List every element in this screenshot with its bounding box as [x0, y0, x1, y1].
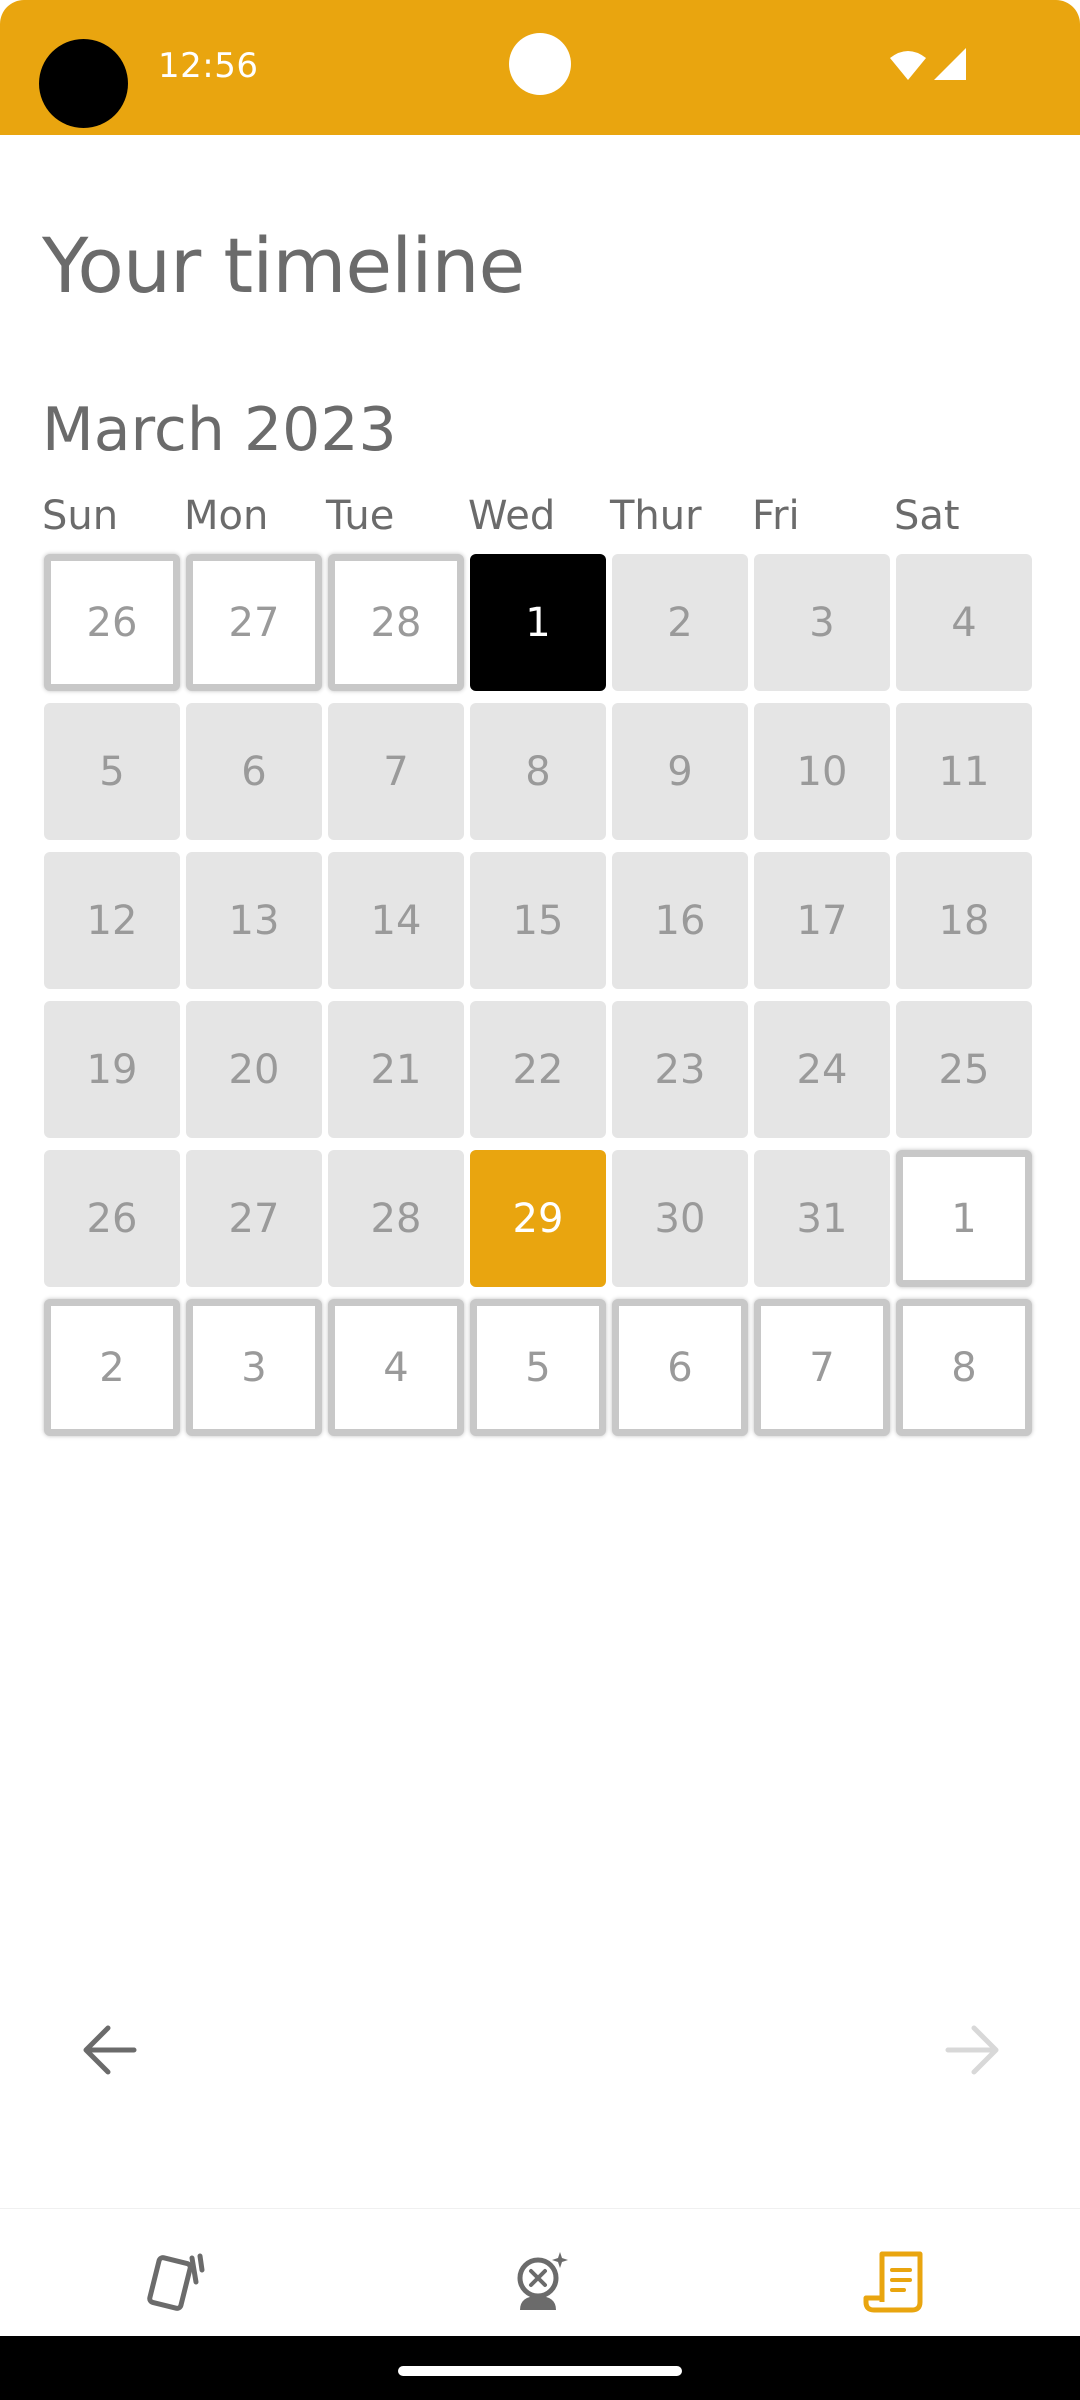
calendar-day-cell[interactable]: 8	[896, 1299, 1032, 1436]
calendar-day-cell[interactable]: 3	[186, 1299, 322, 1436]
calendar-day-cell[interactable]: 27	[186, 1150, 322, 1287]
weekday-label: Tue	[326, 493, 395, 539]
calendar-day-cell[interactable]: 18	[896, 852, 1032, 989]
home-gesture-handle[interactable]	[398, 2366, 682, 2376]
calendar-day-cell[interactable]: 22	[470, 1001, 606, 1138]
next-month-button[interactable]	[944, 2024, 1000, 2076]
calendar-day-cell[interactable]: 10	[754, 703, 890, 840]
reflection-icon	[517, 2252, 568, 2310]
page-title: Your timeline	[42, 221, 525, 310]
calendar-day-cell[interactable]: 29	[470, 1150, 606, 1287]
calendar-day-cell[interactable]: 3	[754, 554, 890, 691]
calendar-day-cell[interactable]: 26	[44, 554, 180, 691]
calendar-day-cell[interactable]: 15	[470, 852, 606, 989]
calendar-day-cell[interactable]: 6	[612, 1299, 748, 1436]
calendar-day-cell[interactable]: 12	[44, 852, 180, 989]
calendar-day-cell[interactable]: 23	[612, 1001, 748, 1138]
calendar-day-cell[interactable]: 7	[754, 1299, 890, 1436]
scroll-icon	[863, 2251, 923, 2313]
calendar-day-cell[interactable]: 25	[896, 1001, 1032, 1138]
calendar-day-cell[interactable]: 30	[612, 1150, 748, 1287]
calendar-day-cell[interactable]: 5	[470, 1299, 606, 1436]
calendar-day-cell[interactable]: 11	[896, 703, 1032, 840]
weekday-label: Sat	[894, 493, 960, 539]
calendar-day-cell[interactable]: 4	[896, 554, 1032, 691]
status-time: 12:56	[158, 46, 259, 86]
month-label: March 2023	[42, 395, 397, 465]
notification-dot-icon	[509, 33, 571, 95]
calendar-day-cell[interactable]: 7	[328, 703, 464, 840]
status-icons	[890, 48, 966, 80]
prev-month-button[interactable]	[82, 2024, 138, 2076]
calendar-day-cell[interactable]: 5	[44, 703, 180, 840]
calendar-day-cell[interactable]: 13	[186, 852, 322, 989]
wifi-icon	[890, 51, 926, 80]
calendar-day-cell[interactable]: 28	[328, 1150, 464, 1287]
signal-icon	[934, 48, 966, 80]
weekday-label: Thur	[610, 493, 702, 539]
calendar-day-cell[interactable]: 16	[612, 852, 748, 989]
calendar-grid: 26 27 28 1 2 3 4 5 6 7 8 9 10 11 12 13 14 15 16 17 18 19 20 21 2…	[44, 554, 1044, 1436]
cards-icon	[147, 2253, 205, 2311]
tab-reflection[interactable]	[500, 2242, 580, 2322]
calendar-day-cell[interactable]: 27	[186, 554, 322, 691]
calendar-day-cell[interactable]: 8	[470, 703, 606, 840]
calendar-day-cell[interactable]: 20	[186, 1001, 322, 1138]
weekday-label: Wed	[468, 493, 556, 539]
weekday-label: Mon	[184, 493, 269, 539]
tab-cards[interactable]	[140, 2242, 220, 2322]
weekday-label: Fri	[752, 493, 800, 539]
calendar-day-cell[interactable]: 1	[896, 1150, 1032, 1287]
calendar-day-cell[interactable]: 2	[44, 1299, 180, 1436]
camera-cutout	[39, 39, 128, 128]
calendar-day-cell[interactable]: 17	[754, 852, 890, 989]
arrow-left-icon	[83, 2025, 137, 2075]
calendar-day-cell[interactable]: 6	[186, 703, 322, 840]
weekday-label: Sun	[42, 493, 119, 539]
calendar-day-cell[interactable]: 31	[754, 1150, 890, 1287]
calendar-day-cell[interactable]: 28	[328, 554, 464, 691]
calendar-day-cell[interactable]: 2	[612, 554, 748, 691]
weekday-header: Sun Mon Tue Wed Thur Fri Sat	[42, 496, 1042, 546]
calendar-day-cell[interactable]: 9	[612, 703, 748, 840]
tab-timeline[interactable]	[860, 2242, 940, 2322]
calendar-day-cell[interactable]: 4	[328, 1299, 464, 1436]
calendar-day-cell[interactable]: 19	[44, 1001, 180, 1138]
calendar-day-cell[interactable]: 1	[470, 554, 606, 691]
calendar-day-cell[interactable]: 26	[44, 1150, 180, 1287]
calendar-day-cell[interactable]: 21	[328, 1001, 464, 1138]
calendar-day-cell[interactable]: 24	[754, 1001, 890, 1138]
arrow-right-icon	[945, 2025, 999, 2075]
calendar-day-cell[interactable]: 14	[328, 852, 464, 989]
